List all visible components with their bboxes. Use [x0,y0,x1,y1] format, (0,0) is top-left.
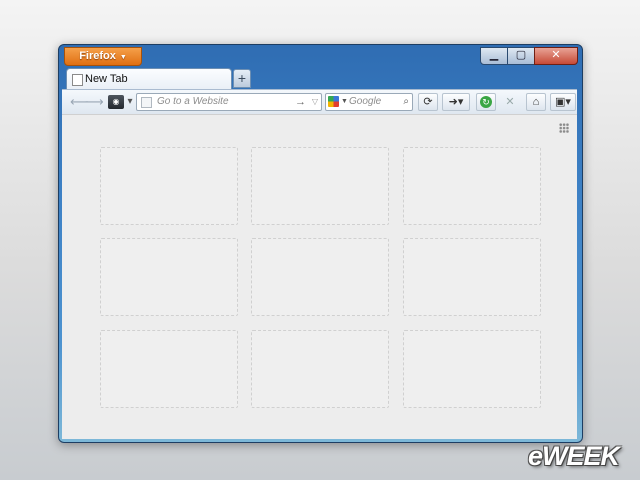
thumbnail-tile[interactable] [251,238,389,316]
history-dropdown-icon[interactable]: ▽ [312,94,318,110]
hand-icon: ➜▾ [448,96,464,108]
grid-toggle-icon[interactable] [559,123,569,133]
window-controls: ▁ ▢ ✕ [480,47,578,65]
thumbnail-tile[interactable] [403,238,541,316]
tab-new-tab[interactable]: New Tab [66,68,232,90]
google-icon[interactable] [328,96,339,107]
home-button[interactable]: ⌂ [526,93,546,111]
browser-window: Firefox ▼ ▁ ▢ ✕ New Tab + ⟵ ⟶ ◉ ▾ Go to a… [58,44,583,443]
tab-label: New Tab [85,73,128,85]
dropdown-dot-icon[interactable]: ▾ [127,93,133,111]
page-icon [72,74,83,86]
stop-icon[interactable]: ✕ [502,93,518,111]
maximize-button[interactable]: ▢ [507,47,535,65]
firefox-menu-button[interactable]: Firefox ▼ [64,47,142,66]
camera-icon[interactable]: ◉ [108,95,124,109]
reload-button[interactable]: ⟳ [418,93,438,111]
plus-icon: + [237,70,247,86]
url-bar[interactable]: Go to a Website → ▽ [136,93,322,111]
thumbnail-tile[interactable] [251,330,389,408]
new-tab-page [62,114,577,439]
search-icon[interactable]: ⌕ [403,94,409,110]
thumbnail-tile[interactable] [251,147,389,225]
new-tab-button[interactable]: + [233,69,251,88]
thumbnail-tile[interactable] [403,330,541,408]
thumbnail-tile[interactable] [100,238,238,316]
back-icon[interactable]: ⟵ [70,93,89,111]
thumbnail-tile[interactable] [403,147,541,225]
engine-dropdown-icon[interactable]: ▼ [341,94,348,110]
eweek-logo: eWEEK [528,441,620,471]
thumbnail-tile[interactable] [100,330,238,408]
go-arrow-icon[interactable]: → [295,94,306,110]
url-input[interactable]: Go to a Website [157,94,229,110]
home-icon: ⌂ [532,96,540,108]
thumbnail-tile[interactable] [100,147,238,225]
chevron-down-icon: ▼ [119,54,127,61]
addon-button[interactable]: ↻ [476,93,496,111]
search-input[interactable]: Google [349,94,381,110]
site-identity-icon [141,97,152,108]
navigation-toolbar: ⟵ ⟶ ◉ ▾ Go to a Website → ▽ ▼ Google ⌕ ⟳… [62,89,577,115]
reload-icon: ⟳ [423,96,433,108]
downloads-button[interactable]: ➜▾ [442,93,470,111]
firefox-menu-label: Firefox [79,50,116,62]
close-window-button[interactable]: ✕ [534,47,578,65]
green-circle-icon: ↻ [480,96,492,108]
bookmarks-icon: ▣▾ [555,96,571,108]
bookmarks-menu-button[interactable]: ▣▾ [550,93,576,111]
minimize-button[interactable]: ▁ [480,47,508,65]
search-bar[interactable]: ▼ Google ⌕ [325,93,413,111]
forward-icon[interactable]: ⟶ [85,93,104,111]
